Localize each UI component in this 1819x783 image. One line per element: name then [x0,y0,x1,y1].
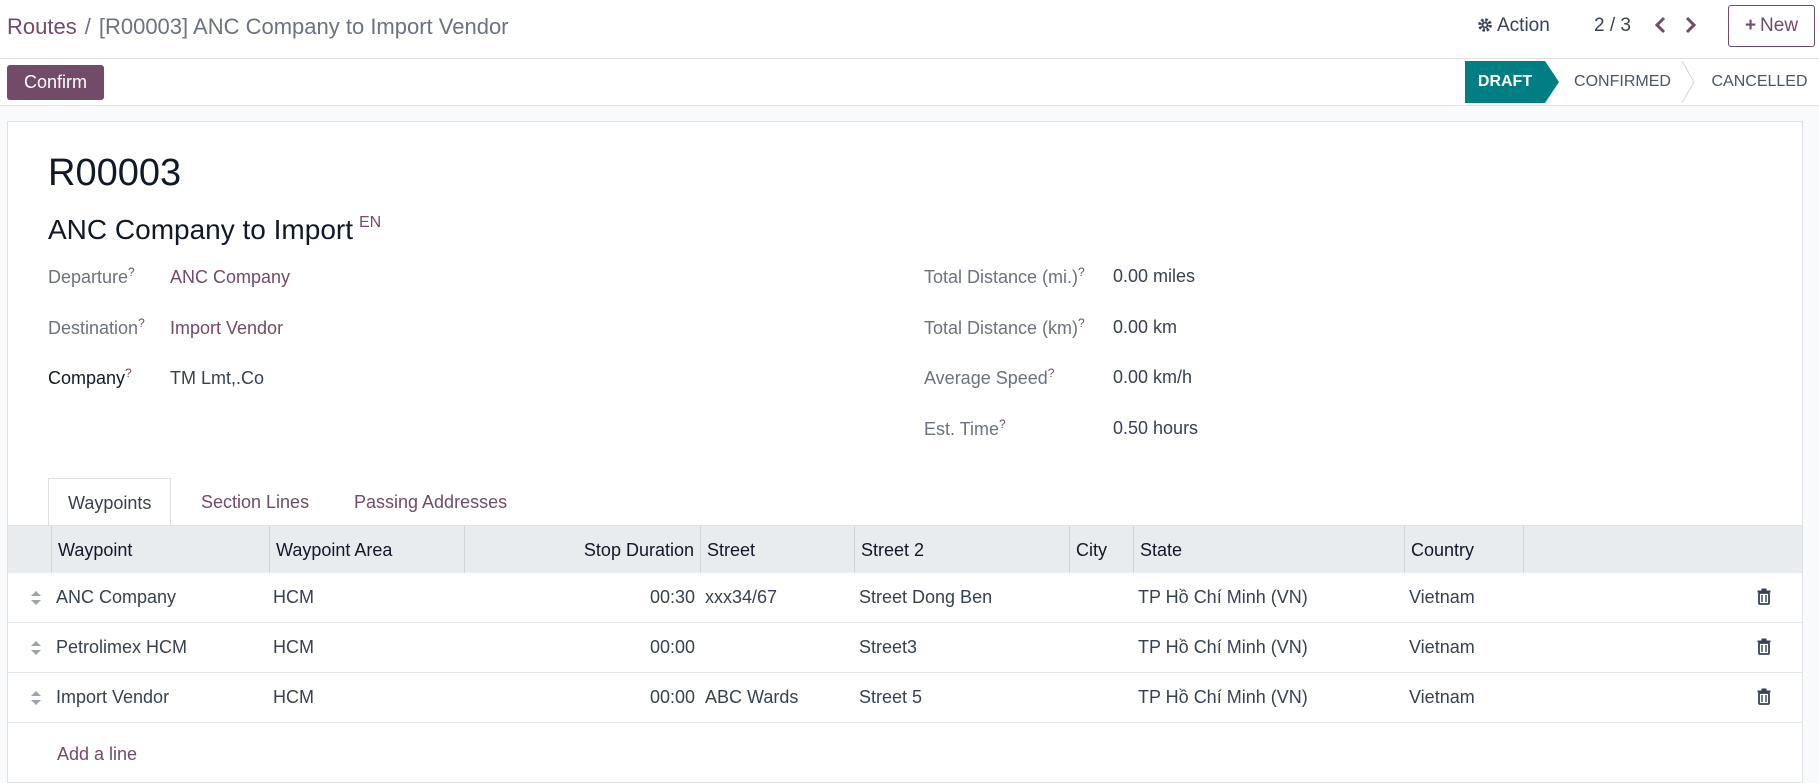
tab-waypoints[interactable]: Waypoints [48,478,172,528]
distance-mi-label: Total Distance (mi.)? [924,265,1085,288]
departure-label: Departure? [48,265,135,288]
help-icon[interactable]: ? [128,265,135,279]
cell-stop-duration[interactable]: 00:00 [464,673,695,722]
column-header-country[interactable]: Country [1404,526,1523,574]
stage-divider-icon [1681,61,1695,103]
trash-icon[interactable] [1757,688,1771,705]
add-line-link[interactable]: Add a line [57,744,137,765]
column-header-city[interactable]: City [1069,526,1133,574]
help-icon[interactable]: ? [1078,316,1085,330]
column-header-stop-duration[interactable]: Stop Duration [464,526,700,574]
distance-km-label: Total Distance (km)? [924,316,1085,339]
cell-country[interactable]: Vietnam [1409,573,1475,622]
avg-speed-label-text: Average Speed [924,368,1048,388]
distance-mi-value: 0.00 miles [1113,266,1196,286]
plus-icon: + [1744,15,1757,36]
stage-cancelled[interactable]: CANCELLED [1700,61,1819,103]
help-icon[interactable]: ? [1078,265,1085,279]
cell-waypoint-area[interactable]: HCM [273,573,314,622]
table-row[interactable]: Petrolimex HCM HCM 00:00 Street3 TP Hồ C… [8,623,1802,673]
action-menu-button[interactable]: Action [1477,15,1550,37]
chevron-right-icon[interactable] [1682,16,1698,34]
drag-handle-icon[interactable] [30,590,42,606]
new-label: New [1760,15,1799,36]
breadcrumb-routes-link[interactable]: Routes [7,14,77,39]
help-icon[interactable]: ? [138,316,145,330]
avg-speed-value[interactable]: 0.00 km/h [1113,367,1192,388]
top-bar: Routes / [R00003] ANC Company to Import Ve… [0,0,1819,59]
company-label: Company? [48,366,132,389]
destination-label: Destination? [48,316,145,339]
column-header-state[interactable]: State [1133,526,1404,574]
distance-km-value: 0.00 km [1113,317,1178,337]
column-header-street-2[interactable]: Street 2 [854,526,1069,574]
trash-icon[interactable] [1757,638,1771,655]
cell-country[interactable]: Vietnam [1409,623,1475,672]
cell-waypoint[interactable]: Import Vendor [56,673,169,722]
stage-confirmed[interactable]: CONFIRMED [1565,61,1680,103]
avg-speed-label: Average Speed? [924,366,1054,389]
column-header-waypoint[interactable]: Waypoint [51,526,269,574]
cell-country[interactable]: Vietnam [1409,673,1475,722]
breadcrumb-current: [R00003] ANC Company to Import Vendor [98,14,509,39]
drag-handle-icon[interactable] [30,640,42,656]
destination-label-text: Destination [48,318,139,338]
breadcrumb: Routes / [R00003] ANC Company to Import Ve… [7,14,509,40]
departure-value[interactable]: ANC Company [170,267,290,288]
trash-icon[interactable] [1757,588,1771,605]
est-time-value: 0.50 hours [1113,418,1199,438]
help-icon[interactable]: ? [125,366,132,380]
table-header: Waypoint Waypoint Area Stop Duration Str… [8,525,1802,574]
stage-draft[interactable]: DRAFT [1465,61,1559,103]
cell-waypoint[interactable]: ANC Company [56,573,176,622]
est-time-label: Est. Time? [924,417,1006,440]
control-bar: Confirm DRAFT CONFIRMED CANCELLED [0,59,1819,106]
table-row[interactable]: Import Vendor HCM 00:00 ABC Wards Street… [8,673,1802,723]
language-badge[interactable]: EN [359,214,381,231]
tab-passing-addresses[interactable]: Passing Addresses [335,478,526,526]
cell-stop-duration[interactable]: 00:30 [464,573,695,622]
cell-state[interactable]: TP Hồ Chí Minh (VN) [1138,623,1308,672]
form-sheet: R00003 ANC Company to Import EN Departure… [7,121,1803,783]
cell-stop-duration[interactable]: 00:00 [464,623,695,672]
chevron-left-icon[interactable] [1653,16,1669,34]
tab-section-lines[interactable]: Section Lines [182,478,328,526]
cell-waypoint-area[interactable]: HCM [273,623,314,672]
route-name-field[interactable]: ANC Company to Import EN [48,214,381,246]
help-icon[interactable]: ? [999,417,1006,431]
gear-icon [1478,18,1492,32]
table-row[interactable]: ANC Company HCM 00:30 xxx34/67 Street Do… [8,573,1802,623]
drag-handle-icon[interactable] [30,690,42,706]
breadcrumb-separator: / [84,14,91,39]
route-name: ANC Company to Import [48,214,353,245]
cell-state[interactable]: TP Hồ Chí Minh (VN) [1138,573,1308,622]
company-value[interactable]: TM Lmt,.Co [170,368,264,389]
cell-waypoint[interactable]: Petrolimex HCM [56,623,187,672]
pager-counter[interactable]: 2 / 3 [1594,15,1631,37]
confirm-button[interactable]: Confirm [7,65,104,100]
distance-km-label-text: Total Distance (km) [924,318,1079,338]
help-icon[interactable]: ? [1048,366,1055,380]
column-header-actions [1523,526,1802,574]
action-label: Action [1497,15,1550,36]
new-button[interactable]: + New [1728,5,1815,47]
cell-state[interactable]: TP Hồ Chí Minh (VN) [1138,673,1308,722]
cell-street-2[interactable]: Street 5 [859,673,922,722]
cell-street[interactable]: xxx34/67 [705,573,777,622]
company-label-text: Company [48,368,126,388]
cell-street-2[interactable]: Street Dong Ben [859,573,992,622]
est-time-label-text: Est. Time [924,419,1000,439]
column-header-street[interactable]: Street [700,526,854,574]
cell-street[interactable]: ABC Wards [705,673,798,722]
column-header-waypoint-area[interactable]: Waypoint Area [269,526,464,574]
record-reference: R00003 [48,152,182,194]
destination-value[interactable]: Import Vendor [170,318,283,339]
departure-label-text: Departure [48,267,129,287]
distance-mi-label-text: Total Distance (mi.) [924,267,1079,287]
cell-waypoint-area[interactable]: HCM [273,673,314,722]
cell-street-2[interactable]: Street3 [859,623,917,672]
